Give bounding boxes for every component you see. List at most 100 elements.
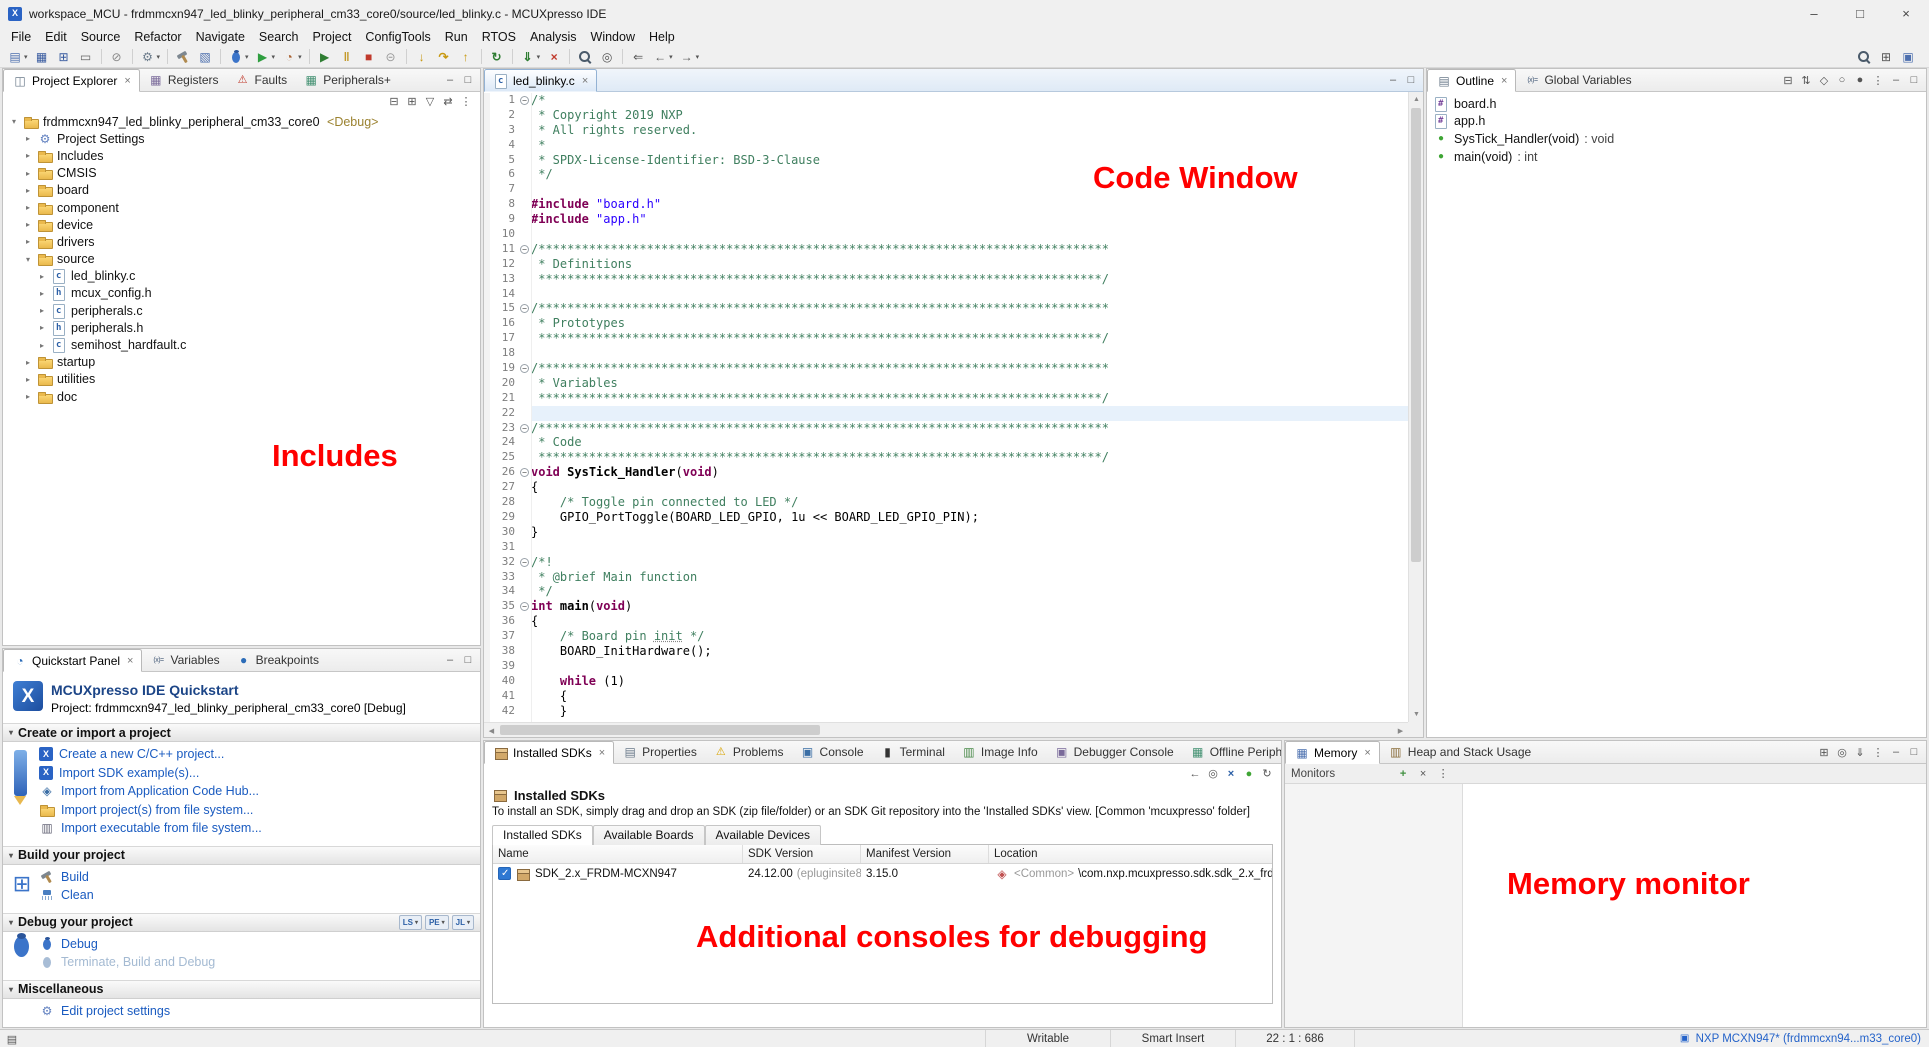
step-return-button[interactable] [456,47,476,67]
menu-refactor[interactable]: Refactor [127,30,188,44]
tab-offline-peripherals[interactable]: Offline Peripherals [1182,741,1282,763]
collapse-arrow-icon[interactable]: ▾ [9,985,13,994]
outline-item-app-h[interactable]: app.h [1427,113,1926,131]
column-header-name[interactable]: Name [493,845,743,863]
menu-file[interactable]: File [4,30,38,44]
expand-arrow-icon[interactable]: ▸ [23,392,33,401]
collapse-all-icon[interactable]: ⊟ [1780,72,1796,88]
expand-arrow-icon[interactable]: ▸ [23,151,33,160]
editor-horizontal-scrollbar[interactable] [484,722,1408,737]
scroll-left-icon[interactable] [484,723,499,738]
open-perspective-button[interactable] [1876,47,1896,67]
hide-static-icon[interactable]: ○ [1834,72,1850,88]
hide-fields-icon[interactable]: ◇ [1816,72,1832,88]
remove-memory-monitor-icon[interactable]: × [1415,766,1431,782]
inner-tab-installed-sdks[interactable]: Installed SDKs [492,825,593,845]
expand-arrow-icon[interactable]: ▸ [37,323,47,332]
tab-peripherals[interactable]: Peripherals+ [295,69,399,91]
tree-item-board[interactable]: ▸board [3,182,480,199]
tree-item-cmsis[interactable]: ▸CMSIS [3,165,480,182]
fold-marker-icon[interactable]: − [518,468,531,477]
menu-window[interactable]: Window [584,30,642,44]
tree-item-peripherals-c[interactable]: ▸peripherals.c [3,302,480,319]
suspend-button[interactable] [337,47,357,67]
dropdown-arrow-icon[interactable]: ▾ [669,53,673,61]
config-tools-button[interactable]: ▾ [138,47,163,67]
minimize-view-icon[interactable]: – [442,652,458,668]
import-from-application-code-hub-link[interactable]: Import from Application Code Hub... [61,784,259,798]
scroll-right-icon[interactable] [1393,723,1408,738]
tab-outline[interactable]: Outline× [1427,69,1516,92]
cpp-perspective-button[interactable] [1898,47,1918,67]
section-header-debug-your-project[interactable]: ▾Debug your projectLS▾PE▾JL▾ [3,913,480,932]
editor-vertical-scrollbar[interactable] [1408,92,1423,722]
print-button[interactable] [76,47,96,67]
scroll-up-icon[interactable] [1409,92,1424,107]
expand-arrow-icon[interactable]: ▸ [37,341,47,350]
menu-project[interactable]: Project [306,30,359,44]
scroll-down-icon[interactable] [1409,707,1424,722]
step-into-button[interactable] [412,47,432,67]
tree-item-frdmmcxn947-led-blinky-peripheral-cm33-core0[interactable]: ▾frdmmcxn947_led_blinky_peripheral_cm33_… [3,113,480,130]
close-tab-icon[interactable]: × [599,747,605,759]
minimize-view-icon[interactable]: – [1888,744,1904,760]
link-with-editor-icon[interactable]: ⇄ [440,94,456,110]
minimize-view-icon[interactable]: – [1385,72,1401,88]
column-header-sdk-version[interactable]: SDK Version [743,845,861,863]
import-project-s-from-file-system-link[interactable]: Import project(s) from file system... [61,803,253,817]
vertical-scroll-thumb[interactable] [1411,108,1421,562]
debug-target-status[interactable]: NXP MCXN947* (frdmmcxn94...m33_core0) [1679,1030,1921,1047]
pin-view-icon[interactable]: ◎ [1205,766,1221,782]
column-header-location[interactable]: Location [989,845,1272,863]
tree-item-project-settings[interactable]: ▸Project Settings [3,130,480,147]
tree-item-semihost-hardfault-c[interactable]: ▸semihost_hardfault.c [3,336,480,353]
edit-project-settings-link[interactable]: Edit project settings [61,1004,170,1018]
dropdown-arrow-icon[interactable]: ▾ [157,53,161,61]
fold-marker-icon[interactable]: − [518,96,531,105]
dropdown-arrow-icon[interactable]: ▾ [696,53,700,61]
dropdown-arrow-icon[interactable]: ▾ [272,53,276,61]
tab-breakpoints[interactable]: Breakpoints [228,649,327,671]
collapse-arrow-icon[interactable]: ▾ [9,851,13,860]
erase-flash-button[interactable] [544,47,564,67]
expand-arrow-icon[interactable]: ▾ [9,117,19,126]
tree-item-source[interactable]: ▾source [3,251,480,268]
section-header-create-or-import-a-project[interactable]: ▾Create or import a project [3,723,480,742]
save-all-button[interactable] [54,47,74,67]
tab-installed-sdks[interactable]: Installed SDKs× [484,741,614,764]
gui-flash-tool-button[interactable]: ▾ [518,47,543,67]
menu-source[interactable]: Source [74,30,128,44]
clean-link[interactable]: Clean [61,888,94,902]
tree-item-peripherals-h[interactable]: ▸peripherals.h [3,319,480,336]
build-link[interactable]: Build [61,870,89,884]
close-tab-icon[interactable]: × [582,75,588,87]
collapse-all-icon[interactable]: ⊟ [386,94,402,110]
tree-item-led-blinky-c[interactable]: ▸led_blinky.c [3,268,480,285]
expand-arrow-icon[interactable]: ▸ [23,375,33,384]
export-memory-icon[interactable]: ⇓ [1852,744,1868,760]
expand-arrow-icon[interactable]: ▸ [37,306,47,315]
section-header-miscellaneous[interactable]: ▾Miscellaneous [3,980,480,999]
fold-marker-icon[interactable]: − [518,602,531,611]
restart-button[interactable] [487,47,507,67]
tree-item-includes[interactable]: ▸Includes [3,147,480,164]
search-button[interactable] [575,47,595,67]
maximize-window-button[interactable]: □ [1837,0,1883,27]
linkserver-debug-button[interactable]: LS▾ [399,915,422,930]
close-window-button[interactable]: × [1883,0,1929,27]
dropdown-arrow-icon[interactable]: ▾ [245,53,249,61]
fold-marker-icon[interactable]: − [518,424,531,433]
tab-project-explorer[interactable]: Project Explorer× [3,69,140,92]
maximize-view-icon[interactable]: □ [460,72,476,88]
debug-button[interactable]: ▾ [226,47,251,67]
expand-arrow-icon[interactable]: ▸ [23,203,33,212]
section-header-build-your-project[interactable]: ▾Build your project [3,846,480,865]
column-header-manifest-version[interactable]: Manifest Version [861,845,989,863]
menu-rtos[interactable]: RTOS [475,30,523,44]
close-tab-icon[interactable]: × [1364,747,1370,759]
tab-image-info[interactable]: Image Info [953,741,1046,763]
dropdown-arrow-icon[interactable]: ▾ [537,53,541,61]
maximize-view-icon[interactable]: □ [1906,744,1922,760]
navigate-back-icon[interactable]: ← [1187,766,1203,782]
view-menu-icon[interactable]: ⋮ [458,94,474,110]
